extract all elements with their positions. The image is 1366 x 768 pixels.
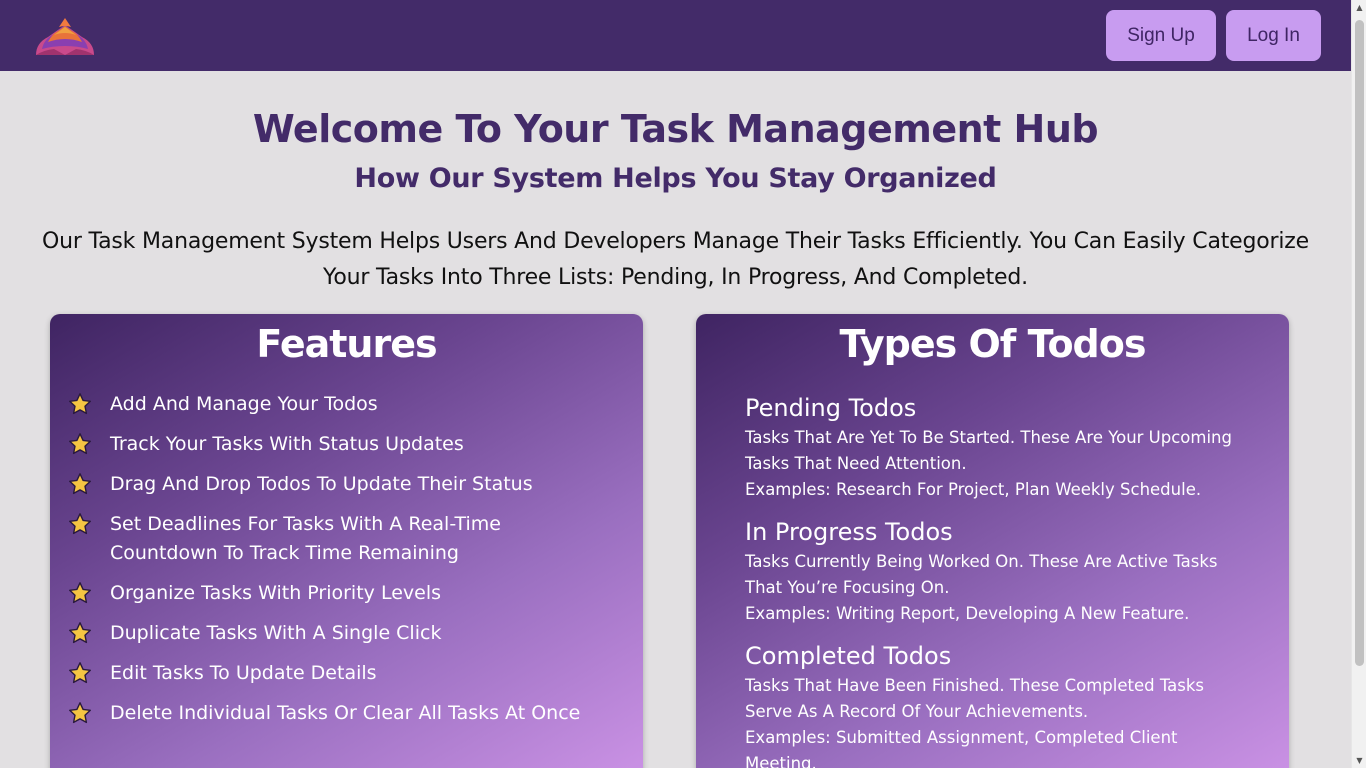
log-in-button[interactable]: Log In xyxy=(1226,10,1321,61)
scroll-down-arrow-icon[interactable]: ▼ xyxy=(1355,756,1364,765)
todo-type-in-progress: In Progress Todos Tasks Currently Being … xyxy=(745,515,1249,627)
todo-type-examples: Examples: Writing Report, Developing A N… xyxy=(745,604,1190,623)
feature-label: Delete Individual Tasks Or Clear All Tas… xyxy=(110,702,581,724)
star-icon xyxy=(69,662,91,684)
navbar: Sign Up Log In xyxy=(0,0,1351,71)
layered-pyramid-logo-icon[interactable] xyxy=(34,15,96,57)
todo-type-completed: Completed Todos Tasks That Have Been Fin… xyxy=(745,639,1249,768)
feature-label: Set Deadlines For Tasks With A Real-Time… xyxy=(110,513,501,564)
todo-type-title: Completed Todos xyxy=(745,642,952,670)
feature-label: Edit Tasks To Update Details xyxy=(110,662,377,684)
feature-item: Drag And Drop Todos To Update Their Stat… xyxy=(68,470,613,499)
features-title: Features xyxy=(256,322,437,366)
star-icon xyxy=(69,702,91,724)
todo-type-title: In Progress Todos xyxy=(745,518,953,546)
sign-up-button[interactable]: Sign Up xyxy=(1106,10,1216,61)
feature-item: Edit Tasks To Update Details xyxy=(68,659,613,688)
star-icon xyxy=(69,393,91,415)
feature-item: Set Deadlines For Tasks With A Real-Time… xyxy=(68,510,613,568)
todo-type-pending: Pending Todos Tasks That Are Yet To Be S… xyxy=(745,391,1249,503)
page-title: Welcome To Your Task Management Hub xyxy=(252,107,1099,151)
feature-list: Add And Manage Your Todos Track Your Tas… xyxy=(50,390,643,728)
todo-type-examples: Examples: Submitted Assignment, Complete… xyxy=(745,728,1178,768)
feature-item: Delete Individual Tasks Or Clear All Tas… xyxy=(68,699,613,728)
feature-label: Track Your Tasks With Status Updates xyxy=(110,433,464,455)
star-icon xyxy=(69,513,91,535)
star-icon xyxy=(69,433,91,455)
scrollbar[interactable]: ▲ ▼ xyxy=(1351,0,1366,768)
todo-type-title: Pending Todos xyxy=(745,394,917,422)
todo-type-description: Tasks That Are Yet To Be Started. These … xyxy=(745,428,1232,473)
star-icon xyxy=(69,473,91,495)
types-body: Pending Todos Tasks That Are Yet To Be S… xyxy=(696,366,1289,768)
hero-description: Our Task Management System Helps Users A… xyxy=(42,229,1309,290)
feature-label: Duplicate Tasks With A Single Click xyxy=(110,622,442,644)
feature-item: Add And Manage Your Todos xyxy=(68,390,613,419)
todo-type-description: Tasks Currently Being Worked On. These A… xyxy=(745,552,1218,597)
page: Sign Up Log In ▲ ▼ Welcome To Your Task … xyxy=(0,0,1366,768)
nav-buttons: Sign Up Log In xyxy=(1106,10,1321,61)
feature-label: Drag And Drop Todos To Update Their Stat… xyxy=(110,473,533,495)
star-icon xyxy=(69,622,91,644)
feature-item: Organize Tasks With Priority Levels xyxy=(68,579,613,608)
scroll-up-arrow-icon[interactable]: ▲ xyxy=(1355,3,1364,12)
types-of-todos-card: Types Of Todos Pending Todos Tasks That … xyxy=(696,314,1289,768)
types-title: Types Of Todos xyxy=(839,322,1147,366)
features-card: Features Add And Manage Your Todos Track… xyxy=(50,314,643,768)
feature-label: Add And Manage Your Todos xyxy=(110,393,378,415)
feature-item: Track Your Tasks With Status Updates xyxy=(68,430,613,459)
feature-label: Organize Tasks With Priority Levels xyxy=(110,582,441,604)
star-icon xyxy=(69,582,91,604)
page-subtitle: How Our System Helps You Stay Organized xyxy=(354,163,997,194)
todo-type-description: Tasks That Have Been Finished. These Com… xyxy=(745,676,1205,721)
scroll-thumb[interactable] xyxy=(1355,20,1364,666)
todo-type-examples: Examples: Research For Project, Plan Wee… xyxy=(745,480,1202,499)
feature-item: Duplicate Tasks With A Single Click xyxy=(68,619,613,648)
